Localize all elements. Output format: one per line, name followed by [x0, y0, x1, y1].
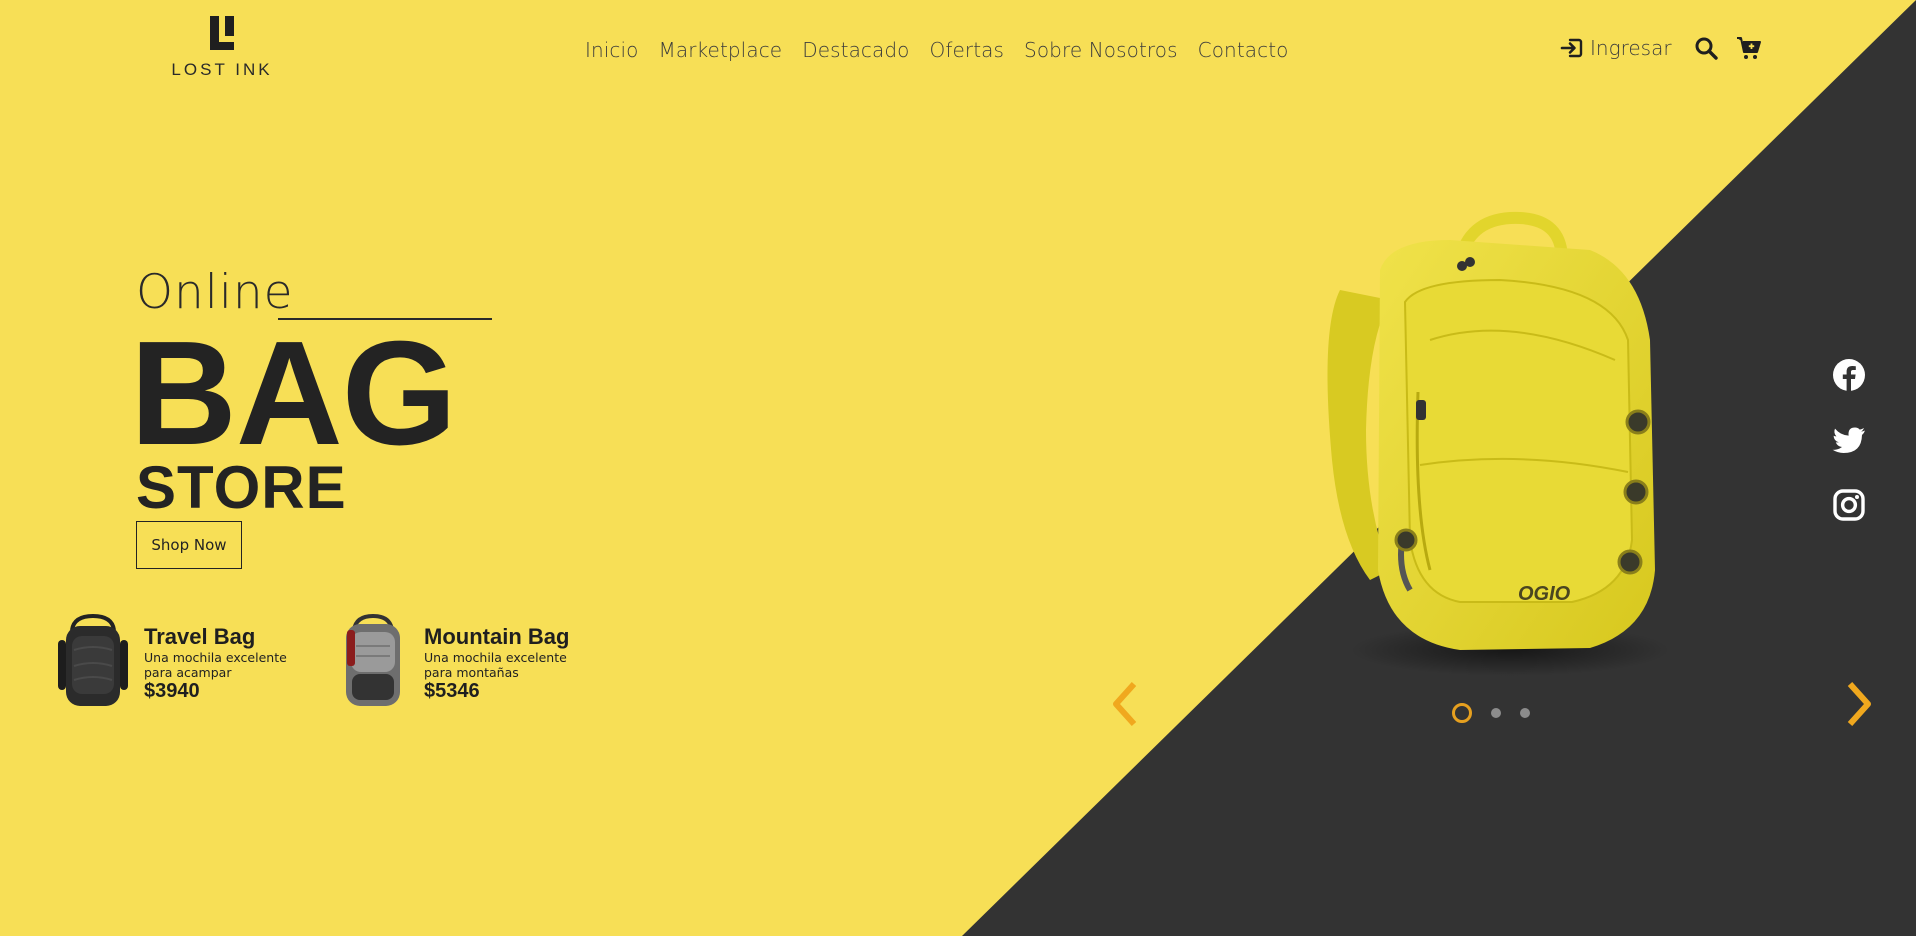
- logo-mark: [208, 16, 236, 52]
- brand-logo[interactable]: LOST INK: [170, 16, 274, 80]
- instagram-icon[interactable]: [1832, 488, 1866, 522]
- hero-title: BAG: [130, 311, 457, 476]
- hero-backpack-image: OGIO: [1327, 211, 1670, 676]
- product-price: $5346: [424, 680, 480, 702]
- shop-now-button[interactable]: Shop Now: [136, 521, 242, 569]
- carousel-dot-2[interactable]: [1491, 708, 1501, 718]
- nav-item-marketplace[interactable]: Marketplace: [659, 38, 783, 62]
- product-info: Mountain Bag Una mochila excelente para …: [424, 610, 584, 714]
- hero-bag-logo: OGIO: [1518, 583, 1571, 605]
- header-actions: Ingresar: [1560, 36, 1762, 60]
- facebook-icon[interactable]: [1832, 358, 1866, 392]
- nav-item-sobre-nosotros[interactable]: Sobre Nosotros: [1024, 38, 1178, 62]
- product-description: Una mochila excelente para montañas: [424, 650, 567, 680]
- mountain-bag-image: [346, 613, 400, 706]
- main-nav: Inicio Marketplace Destacado Ofertas Sob…: [585, 38, 1309, 62]
- product-info: Travel Bag Una mochila excelente para ac…: [144, 610, 304, 714]
- carousel-dot-3[interactable]: [1520, 708, 1530, 718]
- carousel-indicators: [1452, 703, 1530, 723]
- carousel-dot-1[interactable]: [1452, 703, 1472, 723]
- hero-subtitle: STORE: [136, 454, 347, 521]
- twitter-icon[interactable]: [1832, 423, 1866, 457]
- product-price: $3940: [144, 680, 200, 702]
- login-link[interactable]: Ingresar: [1560, 36, 1672, 60]
- product-name: Travel Bag: [144, 624, 256, 649]
- product-description: Una mochila excelente para acampar: [144, 650, 287, 680]
- brand-name: LOST INK: [171, 60, 273, 79]
- product-name: Mountain Bag: [424, 624, 570, 649]
- chevron-right-icon[interactable]: [1842, 680, 1876, 728]
- social-links: [1832, 358, 1866, 553]
- nav-item-contacto[interactable]: Contacto: [1198, 38, 1289, 62]
- nav-item-destacado[interactable]: Destacado: [802, 38, 909, 62]
- login-icon: [1560, 38, 1583, 58]
- travel-bag-image: [58, 613, 128, 706]
- cart-icon[interactable]: [1736, 36, 1762, 60]
- product-card-travel-bag[interactable]: Travel Bag Una mochila excelente para ac…: [50, 610, 304, 714]
- chevron-left-icon[interactable]: [1108, 680, 1142, 728]
- login-label: Ingresar: [1590, 36, 1672, 60]
- search-icon[interactable]: [1694, 36, 1718, 60]
- nav-item-inicio[interactable]: Inicio: [585, 38, 639, 62]
- product-card-mountain-bag[interactable]: Mountain Bag Una mochila excelente para …: [330, 610, 584, 714]
- nav-item-ofertas[interactable]: Ofertas: [930, 38, 1005, 62]
